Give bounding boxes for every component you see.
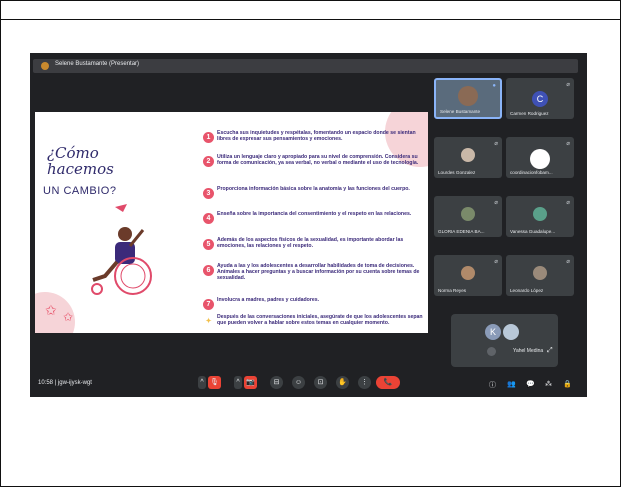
list-item: 5 Además de los aspectos físicos de la se… — [203, 237, 425, 257]
list-text: Involucra a madres, padres y cuidadores. — [217, 297, 320, 303]
self-avatar: K — [485, 324, 501, 340]
chat-icon[interactable]: 💬 — [526, 380, 535, 388]
list-text: Enseña sobre la importancia del consenti… — [217, 211, 412, 217]
avatar — [533, 266, 547, 280]
participant-tile[interactable]: Norma Reyes ⌀ — [434, 255, 502, 296]
participant-name: coordinacionfobam... — [510, 170, 553, 175]
avatar — [530, 149, 550, 169]
participant-video — [458, 86, 478, 106]
avatar — [533, 207, 547, 221]
mic-off-icon: ⌀ — [494, 200, 498, 206]
list-item: 2 Utiliza un lenguaje claro y apropiado p… — [203, 154, 425, 174]
mic-off-icon: ⌀ — [494, 141, 498, 147]
meeting-info: 10:58 | jgw-ijysk-wgt — [38, 380, 92, 386]
list-number: 1 — [203, 132, 214, 143]
activities-icon[interactable]: ⁂ — [545, 380, 552, 388]
star-icon: ✩ — [45, 302, 57, 318]
end-call-button[interactable]: 📞 — [376, 376, 400, 389]
list-number: 4 — [203, 213, 214, 224]
separator: | — [54, 380, 57, 386]
wheelchair-illustration — [91, 204, 152, 295]
presenter-avatar — [41, 62, 49, 70]
camera-toggle-button[interactable]: 📷 — [244, 376, 257, 389]
bottom-bar: 10:58 | jgw-ijysk-wgt ^ 🎙 ^ 📷 ⊟ ☺ ⊡ ✋ ⋮ … — [30, 371, 587, 397]
list-text: Ayuda a las y los adolescentes a desarro… — [217, 263, 420, 282]
people-icon[interactable]: 👥 — [507, 380, 516, 388]
list-text: Proporciona información básica sobre la … — [217, 186, 410, 192]
list-number: 3 — [203, 188, 214, 199]
present-button[interactable]: ⊡ — [314, 376, 327, 389]
captions-button[interactable]: ⊟ — [270, 376, 283, 389]
emoji-button[interactable]: ☺ — [292, 376, 305, 389]
info-icon[interactable]: ⓘ — [489, 380, 496, 390]
meet-window: Selene Bustamante (Presentar) ¿Cómo hace… — [30, 53, 587, 397]
list-number: 5 — [203, 239, 214, 250]
camera-options-chevron-icon[interactable]: ^ — [234, 376, 242, 389]
more-options-button[interactable]: ⋮ — [358, 376, 371, 389]
sparkle-icon: ✦ — [205, 318, 212, 325]
star-icon: ✩ — [63, 310, 74, 324]
participant-tile[interactable]: Selene Bustamante ● — [434, 78, 502, 119]
mic-off-icon: ⌀ — [494, 259, 498, 265]
list-text: Utiliza un lenguaje claro y apropiado pa… — [217, 154, 419, 167]
presenter-label: Selene Bustamante (Presentar) — [55, 61, 140, 67]
list-item: ✦ Después de las conversaciones iniciales… — [203, 314, 425, 333]
participant-name: Vanessa Guadalupe... — [510, 229, 556, 234]
participant-name: Leonardo López — [510, 288, 544, 293]
slide-title-line3: UN CAMBIO? — [43, 185, 117, 197]
participant-tile[interactable]: C Carmen Rodriguez ⌀ — [506, 78, 574, 119]
self-photo — [503, 324, 519, 340]
slide-title-line1: ¿Cómo — [47, 144, 99, 162]
list-text: Después de las conversaciones iniciales,… — [217, 314, 423, 327]
list-text: Además de los aspectos físicos de la sex… — [217, 237, 404, 250]
avatar — [461, 207, 475, 221]
avatar — [461, 266, 475, 280]
meeting-code: jgw-ijysk-wgt — [57, 380, 92, 386]
participant-name: GLORIA EDENIA BA... — [438, 229, 485, 234]
list-number: 2 — [203, 156, 214, 167]
presenter-bar[interactable]: Selene Bustamante (Presentar) — [33, 59, 578, 73]
participant-tile[interactable]: coordinacionfobam... ⌀ — [506, 137, 574, 178]
raise-hand-button[interactable]: ✋ — [336, 376, 349, 389]
list-number: 7 — [203, 299, 214, 310]
mic-off-icon: ⌀ — [566, 141, 570, 147]
participant-name: Carmen Rodriguez — [510, 111, 549, 116]
slide-title: ¿Cómo hacemos — [47, 145, 114, 177]
participant-name: Lourdes Gonzalez — [438, 170, 476, 175]
participant-tile[interactable]: Lourdes Gonzalez ⌀ — [434, 137, 502, 178]
list-number: 6 — [203, 265, 214, 276]
mic-off-icon: ⌀ — [566, 200, 570, 206]
mic-toggle-button[interactable]: 🎙 — [208, 376, 221, 389]
participant-tile[interactable]: Vanessa Guadalupe... ⌀ — [506, 196, 574, 237]
self-mic-off-icon[interactable] — [487, 347, 496, 356]
self-name: Yahel Medina — [513, 348, 544, 354]
lock-icon[interactable]: 🔒 — [563, 380, 572, 388]
self-view[interactable]: K Yahel Medina ⤢ — [451, 314, 558, 367]
avatar: C — [532, 91, 548, 107]
list-item: 6 Ayuda a las y los adolescentes a desarr… — [203, 263, 425, 283]
expand-icon[interactable]: ⤢ — [547, 347, 553, 355]
speaking-icon: ● — [492, 83, 496, 89]
clock: 10:58 — [38, 380, 54, 386]
participant-tile[interactable]: Leonardo López ⌀ — [506, 255, 574, 296]
header-divider — [0, 19, 621, 20]
list-item: 4 Enseña sobre la importancia del consent… — [203, 211, 425, 231]
participant-name: Selene Bustamante — [440, 109, 481, 114]
mic-off-icon: ⌀ — [566, 259, 570, 265]
participant-tile[interactable]: GLORIA EDENIA BA... ⌀ — [434, 196, 502, 237]
mic-off-icon: ⌀ — [566, 82, 570, 88]
mic-options-chevron-icon[interactable]: ^ — [198, 376, 206, 389]
participant-name: Norma Reyes — [438, 288, 467, 293]
shared-slide: ¿Cómo hacemos UN CAMBIO? ✩ ✩ 1 Escucha su… — [35, 112, 428, 333]
list-text: Escucha sus inquietudes y respétalas, fo… — [217, 130, 416, 143]
avatar — [461, 148, 475, 162]
list-item: 3 Proporciona información básica sobre la… — [203, 186, 425, 206]
slide-title-line2: hacemos — [47, 160, 114, 178]
list-item: 1 Escucha sus inquietudes y respétalas, f… — [203, 130, 425, 150]
